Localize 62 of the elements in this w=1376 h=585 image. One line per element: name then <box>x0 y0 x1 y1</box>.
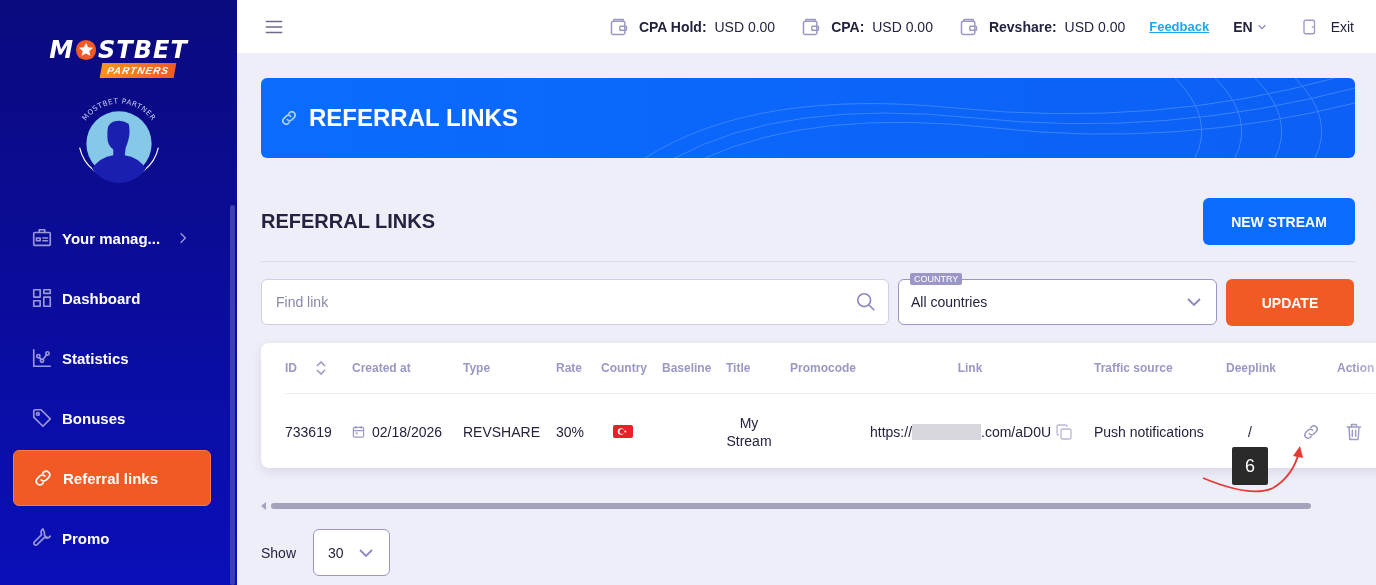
search-icon[interactable] <box>855 291 877 313</box>
column-header: Link <box>956 361 984 375</box>
copy-icon[interactable] <box>1056 423 1073 440</box>
nav-item[interactable]: Statistics <box>13 330 211 386</box>
search-field[interactable]: Find link <box>261 279 889 325</box>
column-header: Traffic source <box>1094 361 1174 375</box>
link-text: https:// <box>870 423 913 440</box>
table-cell: My Stream <box>726 413 772 450</box>
exit-button[interactable]: Exit <box>1300 17 1354 36</box>
field-label: COUNTRY <box>910 273 963 285</box>
balance-text: Revshare: USD 0.00 <box>988 18 1126 35</box>
language-dropdown[interactable]: EN <box>1233 18 1267 35</box>
nav-item[interactable]: Dashboard <box>13 270 211 326</box>
column-header: Rate <box>556 361 583 375</box>
dropdown-value: All countries <box>911 294 989 310</box>
flag-icon <box>613 425 633 438</box>
wallet-icon <box>958 16 979 37</box>
show-label: Show <box>261 544 297 561</box>
banner-title: REFERRAL LINKS <box>309 104 518 132</box>
logo-badge: PARTNERS <box>100 63 177 78</box>
tag-icon <box>31 407 53 429</box>
new-stream-button[interactable]: NEW STREAM <box>1203 198 1355 245</box>
sort-icon[interactable] <box>315 361 327 375</box>
trash-icon[interactable] <box>1344 421 1364 442</box>
column-header: Promocode <box>790 361 857 375</box>
annotation-badge: 6 <box>1232 447 1268 485</box>
logo-text: M <box>49 36 75 64</box>
wallet-icon <box>801 16 822 37</box>
table-cell-text: 30% <box>556 423 586 440</box>
table-cell: 02/18/2026 <box>372 423 443 440</box>
column-header: Baseline <box>662 361 713 375</box>
column-header: Created at <box>352 361 412 375</box>
nav-item[interactable]: Promo <box>13 510 211 566</box>
column-header: Country <box>601 361 648 375</box>
column-header: Title <box>726 361 752 375</box>
chart-icon <box>31 347 53 369</box>
logo-text: STBET <box>98 36 188 64</box>
balance-text: CPA Hold: USD 0.00 <box>638 18 776 35</box>
table-cell-text: 733619 <box>285 423 333 440</box>
link-icon <box>279 108 299 128</box>
table-cell-text: / <box>1247 423 1253 440</box>
column-header: Action <box>1337 361 1376 375</box>
scroll-left-icon[interactable] <box>261 502 267 510</box>
column-header: Deeplink <box>1226 361 1277 375</box>
page-size-dropdown[interactable]: 30 <box>313 529 391 576</box>
dashboard-icon <box>31 287 53 309</box>
wrench-icon <box>31 527 53 549</box>
balance-text: CPA: USD 0.00 <box>831 18 933 35</box>
wallet-icon <box>608 16 629 37</box>
link-icon <box>32 467 54 489</box>
badge-icon <box>31 227 53 249</box>
link-text: .com/aD0U <box>981 423 1052 440</box>
calendar-icon <box>352 425 365 438</box>
table-cell-text: REVSHARE <box>463 423 542 440</box>
redaction-bar <box>912 423 982 440</box>
nav-item[interactable]: Your manag... <box>13 210 211 266</box>
column-header: Type <box>463 361 492 375</box>
section-title: REFERRAL LINKS <box>261 210 436 233</box>
scrollbar[interactable] <box>271 503 1311 509</box>
table-cell-text: Push notifications <box>1094 423 1205 440</box>
scrollbar[interactable] <box>230 205 235 585</box>
nav-item[interactable]: Bonuses <box>13 390 211 446</box>
